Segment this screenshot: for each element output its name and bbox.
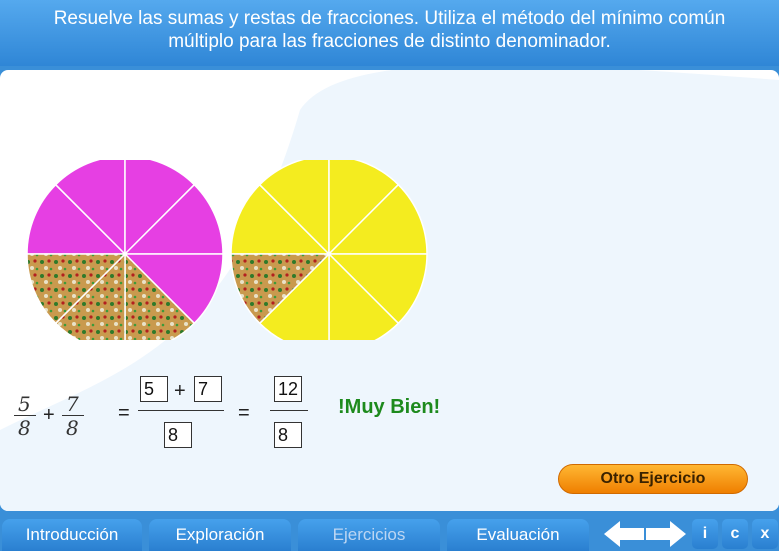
tab-exploracion[interactable]: Exploración bbox=[149, 519, 291, 551]
tab-ejercicios[interactable]: Ejercicios bbox=[298, 519, 440, 551]
forward-arrow-icon[interactable] bbox=[646, 521, 686, 547]
frac1-numerator: 5 bbox=[18, 392, 31, 416]
box-plus-sign: + bbox=[174, 380, 186, 402]
feedback-message: !Muy Bien! bbox=[338, 396, 441, 418]
frac2-denominator: 8 bbox=[66, 416, 79, 440]
pink-pizza bbox=[26, 160, 224, 340]
sum-fraction-line bbox=[138, 410, 224, 411]
result-numerator-box[interactable]: 12 bbox=[274, 376, 302, 402]
result-denominator-box[interactable]: 8 bbox=[274, 422, 302, 448]
tab-evaluacion[interactable]: Evaluación bbox=[447, 519, 589, 551]
equals-sign-2: = bbox=[238, 402, 250, 424]
back-arrow-icon[interactable] bbox=[604, 521, 644, 547]
pizza-illustration bbox=[26, 160, 428, 340]
yellow-pizza bbox=[230, 160, 428, 340]
result-fraction-line bbox=[270, 410, 308, 411]
numerator-box-2[interactable]: 7 bbox=[194, 376, 222, 402]
tab-introduccion[interactable]: Introducción bbox=[2, 519, 142, 551]
numerator-box-1[interactable]: 5 bbox=[140, 376, 168, 402]
otro-ejercicio-button[interactable]: Otro Ejercicio bbox=[558, 464, 748, 494]
equals-sign-1: = bbox=[118, 402, 130, 424]
bottom-navigation: Introducción Exploración Ejercicios Eval… bbox=[0, 517, 779, 551]
info-button[interactable]: i bbox=[692, 519, 718, 549]
exercise-stage: 5 8 + 7 8 = 5 + 7 8 = 12 8 !Muy Bien! Ot… bbox=[0, 70, 779, 511]
instructions-line-2: múltiplo para las fracciones de distinto… bbox=[168, 31, 611, 52]
credits-button[interactable]: c bbox=[722, 519, 748, 549]
frac1-denominator: 8 bbox=[18, 416, 31, 440]
close-button[interactable]: x bbox=[752, 519, 778, 549]
frac2-numerator: 7 bbox=[66, 392, 79, 416]
instructions-header: Resuelve las sumas y restas de fraccione… bbox=[0, 0, 779, 66]
instructions-line-1: Resuelve las sumas y restas de fraccione… bbox=[53, 8, 726, 29]
denominator-box[interactable]: 8 bbox=[164, 422, 192, 448]
plus-sign: + bbox=[43, 404, 55, 426]
